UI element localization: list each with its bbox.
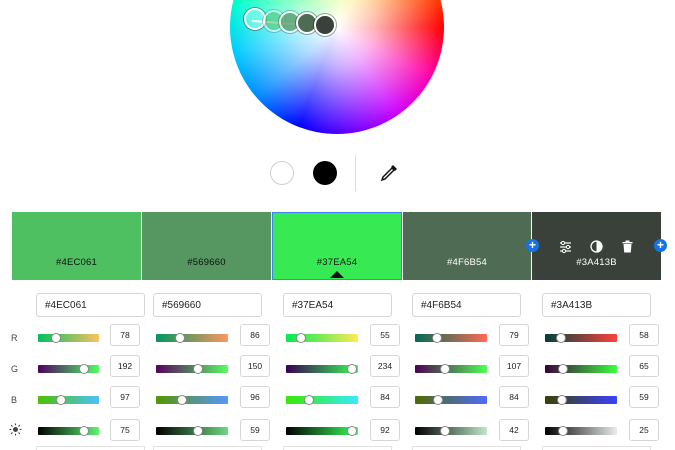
brightness-slider-track-2[interactable] — [156, 427, 228, 435]
r-slider-track-4[interactable] — [415, 334, 487, 342]
swatch-hex-label: #37EA54 — [316, 257, 358, 268]
swatch-3-selected[interactable]: #37EA54 — [272, 212, 402, 280]
b-slider-track-1[interactable] — [38, 396, 99, 404]
color-wheel[interactable] — [230, 0, 444, 134]
r-value-3[interactable]: 55 — [370, 324, 400, 346]
brightness-slider-thumb-1[interactable] — [79, 426, 89, 436]
add-swatch-end-button[interactable]: + — [654, 239, 667, 252]
brightness-slider-track-1[interactable] — [38, 427, 99, 435]
b-slider-thumb-2[interactable] — [177, 395, 187, 405]
swatch-2[interactable]: #569660 — [142, 212, 271, 280]
r-slider-thumb-4[interactable] — [432, 333, 442, 343]
g-slider-track-2[interactable] — [156, 365, 228, 373]
brightness-slider-track-5[interactable] — [545, 427, 617, 435]
b-slider-thumb-3[interactable] — [304, 395, 314, 405]
g-slider-track-4[interactable] — [415, 365, 487, 373]
b-slider-track-2[interactable] — [156, 396, 228, 404]
b-value-1[interactable]: 97 — [110, 386, 140, 408]
brightness-slider-thumb-4[interactable] — [440, 426, 450, 436]
b-slider-track-5[interactable] — [545, 396, 617, 404]
r-value-4[interactable]: 79 — [499, 324, 529, 346]
next-row-edge — [542, 446, 651, 450]
wheel-handle-5[interactable] — [314, 14, 336, 36]
swatch-5[interactable]: #3A413B — [532, 212, 661, 280]
g-value-4[interactable]: 107 — [499, 355, 529, 377]
b-value-3[interactable]: 84 — [370, 386, 400, 408]
brightness-slider-track-4[interactable] — [415, 427, 487, 435]
swatch-1[interactable]: #4EC061 — [12, 212, 141, 280]
hex-input-1[interactable] — [36, 293, 145, 317]
r-slider-thumb-2[interactable] — [175, 333, 185, 343]
g-value-2[interactable]: 150 — [240, 355, 270, 377]
r-slider-track-1[interactable] — [38, 334, 99, 342]
hex-input-4[interactable] — [412, 293, 521, 317]
g-slider-thumb-3[interactable] — [347, 364, 357, 374]
hex-input-3[interactable] — [283, 293, 392, 317]
tool-divider — [355, 155, 356, 191]
swatch-tools — [532, 239, 661, 254]
hex-input-2[interactable] — [153, 293, 262, 317]
swatch-hex-label: #4F6B54 — [447, 257, 487, 268]
r-slider-thumb-1[interactable] — [51, 333, 61, 343]
g-value-1[interactable]: 192 — [110, 355, 140, 377]
brightness-icon — [9, 423, 22, 438]
brightness-value-2[interactable]: 59 — [240, 419, 270, 441]
b-slider-track-3[interactable] — [286, 396, 358, 404]
swatch-hex-label: #3A413B — [576, 257, 617, 268]
g-slider-track-5[interactable] — [545, 365, 617, 373]
black-circle-icon[interactable] — [313, 161, 337, 185]
add-swatch-button[interactable]: + — [526, 239, 539, 252]
g-slider-thumb-1[interactable] — [79, 364, 89, 374]
g-value-5[interactable]: 65 — [629, 355, 659, 377]
g-value-3[interactable]: 234 — [370, 355, 400, 377]
contrast-icon[interactable] — [589, 239, 604, 254]
next-row-edge — [412, 446, 521, 450]
brightness-slider-thumb-5[interactable] — [558, 426, 568, 436]
b-slider-thumb-1[interactable] — [56, 395, 66, 405]
row-label-g: G — [11, 364, 19, 374]
swatch-hex-label: #4EC061 — [55, 257, 97, 268]
r-value-1[interactable]: 78 — [110, 324, 140, 346]
r-slider-track-2[interactable] — [156, 334, 228, 342]
hex-input-5[interactable] — [542, 293, 651, 317]
swatch-strip: #4EC061 #569660 #37EA54 #4F6B54 #3A413B — [12, 212, 661, 280]
r-value-2[interactable]: 86 — [240, 324, 270, 346]
next-row-edge — [283, 446, 392, 450]
swatch-hex-label: #569660 — [187, 257, 226, 268]
eyedropper-icon[interactable] — [378, 162, 400, 184]
brightness-value-4[interactable]: 42 — [499, 419, 529, 441]
b-slider-thumb-4[interactable] — [433, 395, 443, 405]
r-slider-thumb-5[interactable] — [556, 333, 566, 343]
r-value-5[interactable]: 58 — [629, 324, 659, 346]
brightness-slider-thumb-2[interactable] — [193, 426, 203, 436]
row-label-b: B — [11, 395, 18, 405]
next-row-edge — [153, 446, 262, 450]
selected-caret-icon — [330, 271, 344, 278]
swatch-4[interactable]: #4F6B54 — [403, 212, 531, 280]
b-slider-track-4[interactable] — [415, 396, 487, 404]
b-value-5[interactable]: 59 — [629, 386, 659, 408]
next-row-edge — [36, 446, 145, 450]
b-value-4[interactable]: 84 — [499, 386, 529, 408]
g-slider-thumb-2[interactable] — [193, 364, 203, 374]
brightness-value-5[interactable]: 25 — [629, 419, 659, 441]
b-slider-thumb-5[interactable] — [557, 395, 567, 405]
brightness-value-1[interactable]: 75 — [110, 419, 140, 441]
trash-icon[interactable] — [620, 239, 635, 254]
g-slider-thumb-5[interactable] — [558, 364, 568, 374]
white-circle-icon[interactable] — [270, 161, 294, 185]
brightness-value-3[interactable]: 92 — [370, 419, 400, 441]
row-label-r: R — [11, 333, 18, 343]
g-slider-track-1[interactable] — [38, 365, 99, 373]
r-slider-thumb-3[interactable] — [296, 333, 306, 343]
g-slider-thumb-4[interactable] — [440, 364, 450, 374]
b-value-2[interactable]: 96 — [240, 386, 270, 408]
brightness-slider-thumb-3[interactable] — [347, 426, 357, 436]
adjust-sliders-icon[interactable] — [558, 239, 573, 254]
